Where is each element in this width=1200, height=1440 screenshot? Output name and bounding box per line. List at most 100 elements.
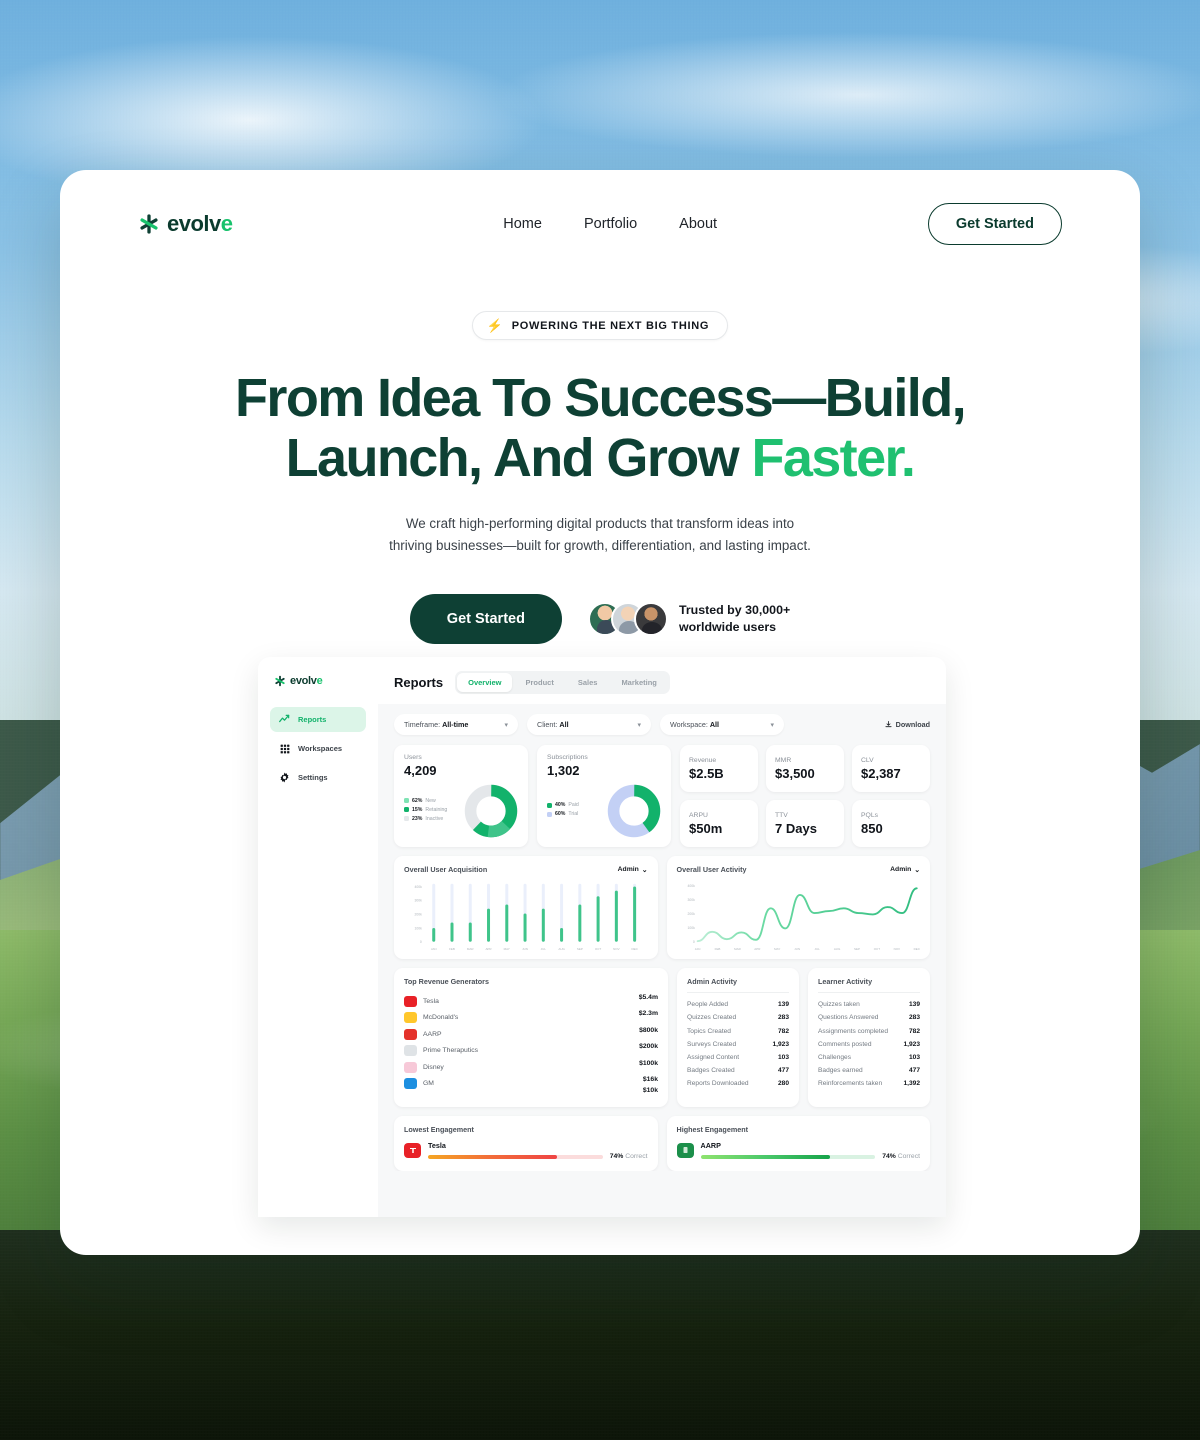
kpi-label: Subscriptions bbox=[547, 754, 588, 761]
kpi-label: Revenue bbox=[689, 756, 717, 764]
hero-badge-label: POWERING THE NEXT BIG THING bbox=[511, 319, 710, 332]
svg-text:AUG: AUG bbox=[558, 947, 565, 951]
company-name: Prime Theraputics bbox=[423, 1047, 479, 1055]
company-name: GM bbox=[423, 1080, 434, 1088]
engagement-progress-bar bbox=[428, 1155, 603, 1160]
table-row: Assignments completed 782 bbox=[818, 1024, 920, 1037]
kpi-value: 7 Days bbox=[775, 820, 817, 836]
svg-text:FEB: FEB bbox=[449, 947, 455, 951]
svg-text:JUN: JUN bbox=[522, 947, 528, 951]
metric-value: 477 bbox=[908, 1067, 920, 1075]
metric-value: 782 bbox=[777, 1027, 789, 1035]
avatar bbox=[633, 602, 668, 637]
dashboard-brand-logo[interactable]: evolve bbox=[270, 675, 366, 687]
list-item[interactable]: Tesla $5.4m bbox=[404, 993, 658, 1010]
list-item[interactable]: Disney $100k bbox=[404, 1059, 658, 1076]
list-item[interactable]: Prime Theraputics $200k bbox=[404, 1043, 658, 1060]
svg-text:SEP: SEP bbox=[577, 947, 583, 951]
svg-text:0: 0 bbox=[420, 940, 422, 944]
svg-text:JAN: JAN bbox=[694, 947, 700, 951]
svg-text:FEB: FEB bbox=[714, 947, 720, 951]
table-row: Quizzes Created 283 bbox=[687, 1011, 789, 1024]
company-revenue: $100k bbox=[639, 1059, 658, 1067]
brand-logo[interactable]: evolve bbox=[138, 211, 233, 237]
download-button[interactable]: Download bbox=[885, 720, 930, 729]
download-icon bbox=[885, 721, 892, 728]
chevron-down-icon: ▾ bbox=[504, 721, 508, 729]
svg-text:DEC: DEC bbox=[631, 947, 638, 951]
table-row: Comments posted 1,923 bbox=[818, 1038, 920, 1051]
card-title: Lowest Engagement bbox=[404, 1125, 474, 1135]
kpi-row: Users 4,209 62% New 15% Retaining 23% Inact… bbox=[394, 745, 930, 847]
company-name: Tesla bbox=[423, 997, 439, 1005]
svg-text:JUL: JUL bbox=[541, 947, 547, 951]
company-logo-icon bbox=[404, 1028, 417, 1040]
metric-value: 139 bbox=[777, 1001, 789, 1009]
chart-card-user-acquisition: Overall User Acquisition Admin ⌄ 0 100k 20… bbox=[394, 856, 658, 960]
card-title: Learner Activity bbox=[818, 977, 920, 994]
trust-text: Trusted by 30,000+ worldwide users bbox=[679, 602, 790, 637]
table-row: Quizzes taken 139 bbox=[818, 998, 920, 1011]
engagement-meter: Tesla bbox=[428, 1141, 603, 1160]
table-row: Reinforcements taken 1,392 bbox=[818, 1077, 920, 1090]
workspace-filter-label: Workspace: bbox=[670, 720, 708, 729]
workspace-filter[interactable]: Workspace: All ▾ bbox=[660, 714, 784, 735]
hero-section: ⚡ POWERING THE NEXT BIG THING From Idea … bbox=[60, 245, 1140, 645]
chart-role-select[interactable]: Admin ⌄ bbox=[890, 866, 920, 874]
metric-label: Badges Created bbox=[687, 1067, 735, 1075]
hero-cta-row: Get Started Trusted by 30,000+ worldwide… bbox=[60, 594, 1140, 645]
engagement-percent: 74% Correct bbox=[882, 1153, 920, 1161]
sidebar-item-workspaces[interactable]: Workspaces bbox=[270, 736, 366, 761]
svg-text:0: 0 bbox=[692, 940, 694, 944]
chart-role-select[interactable]: Admin ⌄ bbox=[618, 866, 648, 874]
table-row: Questions Answered 283 bbox=[818, 1011, 920, 1024]
learner-activity-list: Quizzes taken 139 Questions Answered 283 Ass… bbox=[818, 998, 920, 1090]
chart-title: Overall User Acquisition bbox=[404, 865, 488, 874]
kpi-value: $3,500 bbox=[775, 765, 815, 781]
company-logo-icon bbox=[404, 1078, 417, 1090]
svg-text:100k: 100k bbox=[415, 926, 423, 930]
tab-sales[interactable]: Sales bbox=[567, 673, 609, 692]
metric-value: 477 bbox=[777, 1067, 789, 1075]
nav-get-started-button[interactable]: Get Started bbox=[927, 203, 1062, 245]
nav-links: Home Portfolio About bbox=[503, 216, 717, 232]
timeframe-filter-label: Timeframe: bbox=[404, 720, 441, 729]
svg-text:AUG: AUG bbox=[833, 947, 840, 951]
kpi-label: ARPU bbox=[689, 811, 708, 819]
company-logo-icon bbox=[404, 1045, 417, 1057]
list-item[interactable]: McDonald's $2.3m bbox=[404, 1010, 658, 1027]
timeframe-filter[interactable]: Timeframe: All-time ▾ bbox=[394, 714, 518, 735]
metric-label: Topics Created bbox=[687, 1027, 731, 1035]
hero-title-line2: Launch, And Grow bbox=[285, 428, 752, 489]
hero-subtitle: We craft high-performing digital product… bbox=[389, 515, 811, 553]
metric-label: Quizzes Created bbox=[687, 1014, 737, 1022]
dashboard-main: Reports Overview Product Sales Marketing… bbox=[378, 657, 946, 1217]
sidebar-item-settings[interactable]: Settings bbox=[270, 765, 366, 790]
company-revenue: $2.3m bbox=[638, 1010, 658, 1018]
metric-label: Reinforcements taken bbox=[818, 1080, 883, 1088]
kpi-value: 4,209 bbox=[404, 763, 437, 778]
tab-marketing[interactable]: Marketing bbox=[610, 673, 667, 692]
metric-label: Reports Downloaded bbox=[687, 1080, 749, 1088]
svg-text:OCT: OCT bbox=[595, 947, 601, 951]
tab-product[interactable]: Product bbox=[514, 673, 564, 692]
hero-get-started-button[interactable]: Get Started bbox=[409, 594, 562, 645]
list-item[interactable]: GM $16k bbox=[404, 1076, 658, 1093]
nav-link-portfolio[interactable]: Portfolio bbox=[584, 216, 637, 232]
client-filter[interactable]: Client: All ▾ bbox=[527, 714, 651, 735]
kpi-value: $50m bbox=[689, 820, 723, 836]
list-item[interactable]: AARP $800k bbox=[404, 1026, 658, 1043]
nav-link-about[interactable]: About bbox=[679, 216, 717, 232]
kpi-value: 1,302 bbox=[547, 763, 580, 778]
tab-overview[interactable]: Overview bbox=[457, 673, 513, 692]
sidebar-item-label: Settings bbox=[298, 773, 328, 782]
list-item: $10k bbox=[404, 1087, 658, 1100]
download-label: Download bbox=[895, 720, 930, 729]
nav-link-home[interactable]: Home bbox=[503, 216, 542, 232]
svg-text:SEP: SEP bbox=[853, 947, 859, 951]
legend-item: 60% Trial bbox=[547, 811, 601, 817]
filter-bar: Timeframe: All-time ▾ Client: All ▾ Work… bbox=[394, 714, 930, 735]
metric-value: 103 bbox=[777, 1053, 789, 1061]
sidebar-item-reports[interactable]: Reports bbox=[270, 707, 366, 732]
chart-header: Overall User Acquisition Admin ⌄ bbox=[404, 865, 648, 874]
